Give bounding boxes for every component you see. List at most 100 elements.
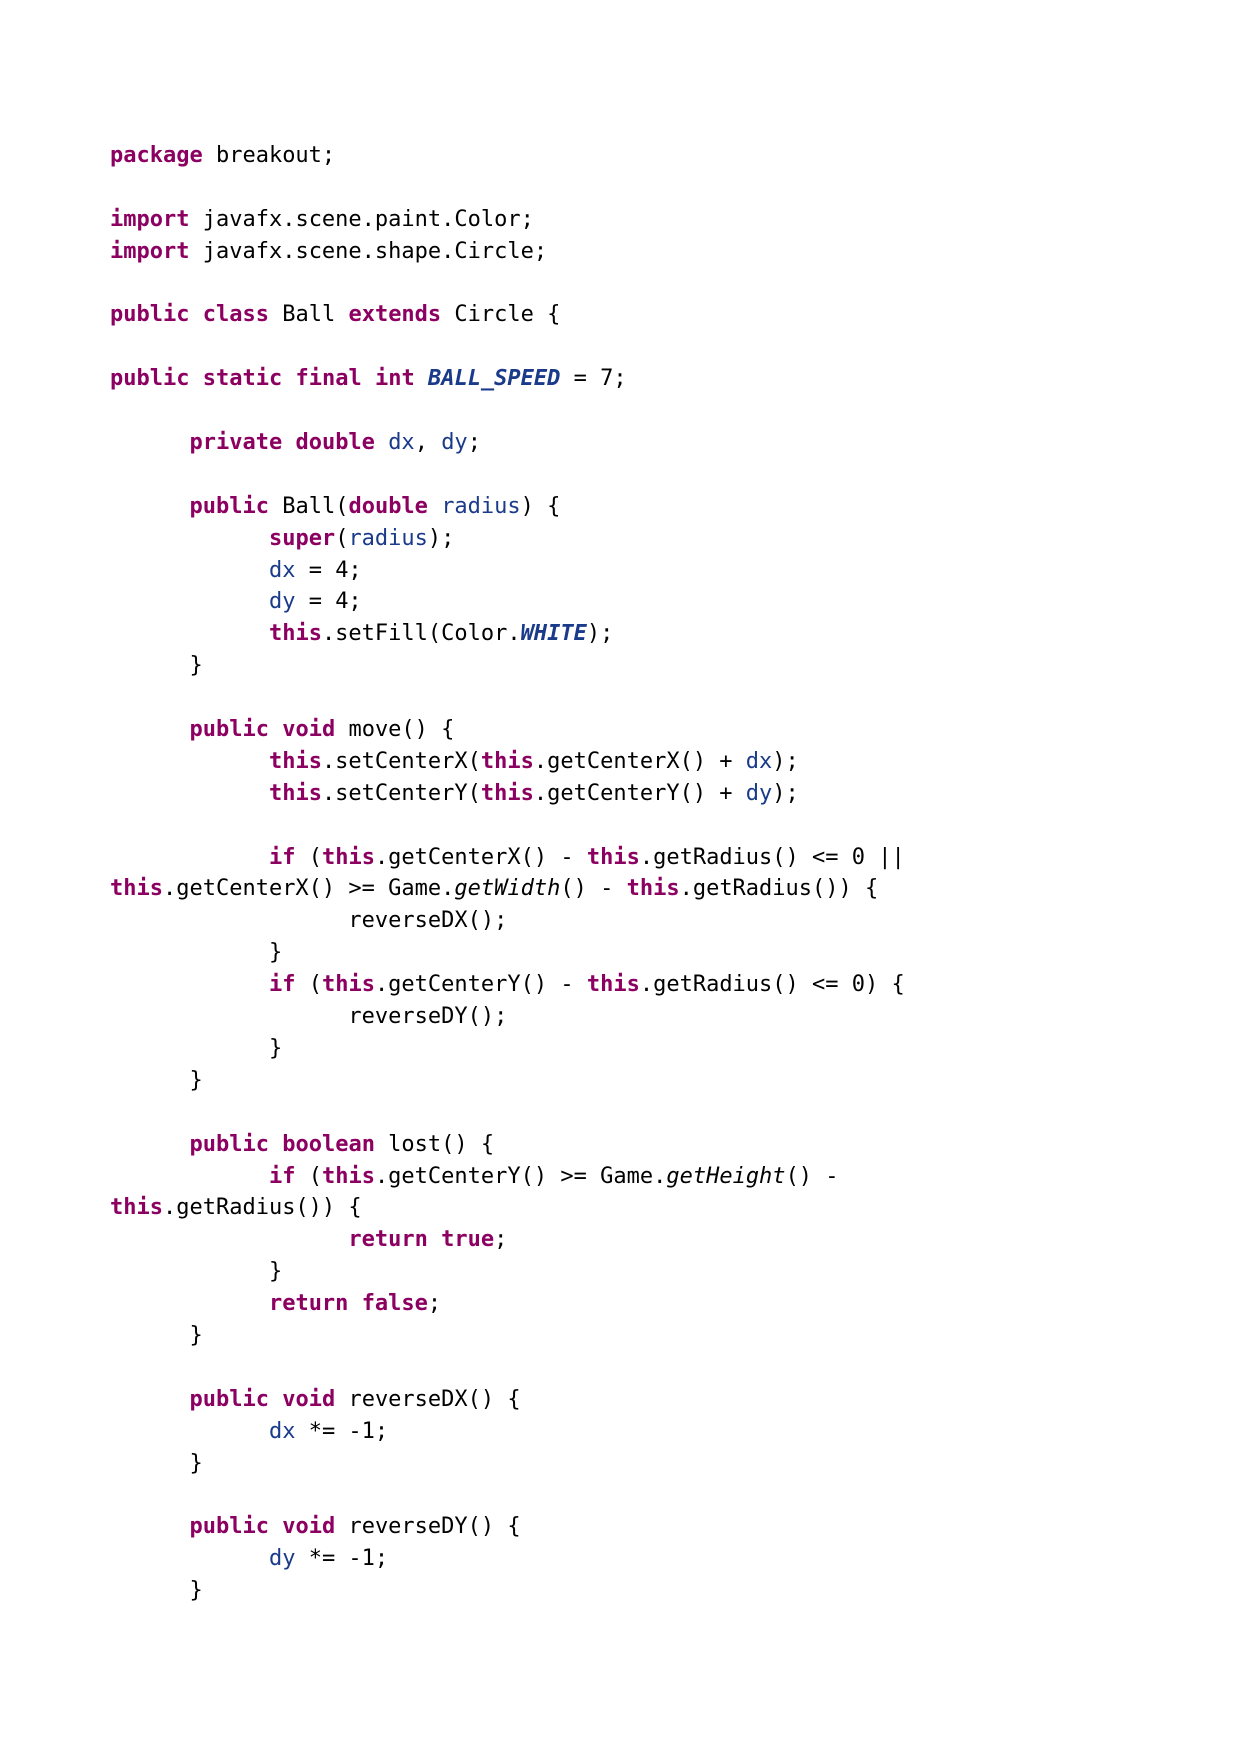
keyword-this: this xyxy=(269,749,322,774)
static-getheight: getHeight xyxy=(666,1164,785,1189)
code-text: ; xyxy=(428,1291,441,1316)
keyword-this: this xyxy=(269,781,322,806)
code-text: reverseDX(); xyxy=(348,908,507,933)
keyword-extends: extends xyxy=(348,302,441,327)
code-text: () - xyxy=(786,1164,839,1189)
keyword-import: import xyxy=(110,207,189,232)
code-text: } xyxy=(189,653,202,678)
keyword-double: double xyxy=(348,494,427,519)
code-text: ( xyxy=(295,1164,322,1189)
keyword-import: import xyxy=(110,239,189,264)
keyword-double: double xyxy=(295,430,374,455)
keyword-this: this xyxy=(587,845,640,870)
keyword-public: public xyxy=(189,1132,268,1157)
code-text: ); xyxy=(772,781,799,806)
code-text: } xyxy=(269,940,282,965)
keyword-public: public xyxy=(189,1387,268,1412)
code-text: Ball xyxy=(269,302,348,327)
keyword-this: this xyxy=(322,972,375,997)
code-text: *= -1; xyxy=(295,1419,388,1444)
code-text: lost() { xyxy=(375,1132,494,1157)
code-text: = 4; xyxy=(295,589,361,614)
keyword-package: package xyxy=(110,143,203,168)
code-text: reverseDY(); xyxy=(348,1004,507,1029)
code-text: breakout; xyxy=(203,143,335,168)
field-dy: dy xyxy=(746,781,773,806)
code-text: } xyxy=(189,1323,202,1348)
code-text: ); xyxy=(587,621,614,646)
keyword-this: this xyxy=(322,1164,375,1189)
keyword-this: this xyxy=(110,876,163,901)
code-text: .getRadius()) { xyxy=(163,1195,362,1220)
static-getwidth: getWidth xyxy=(454,876,560,901)
keyword-private: private xyxy=(189,430,282,455)
code-text: = 4; xyxy=(295,558,361,583)
code-text: Circle { xyxy=(441,302,560,327)
keyword-this: this xyxy=(481,781,534,806)
code-text: } xyxy=(269,1259,282,1284)
keyword-super: super xyxy=(269,526,335,551)
keyword-return: return xyxy=(269,1291,348,1316)
field-dx: dx xyxy=(388,430,415,455)
code-text: } xyxy=(269,1036,282,1061)
keyword-int: int xyxy=(375,366,415,391)
code-text: ; xyxy=(494,1227,507,1252)
field-dy: dy xyxy=(269,1546,296,1571)
code-text: , xyxy=(415,430,442,455)
code-text: ); xyxy=(772,749,799,774)
keyword-this: this xyxy=(627,876,680,901)
code-text: .setCenterY( xyxy=(322,781,481,806)
code-text: .getCenterX() + xyxy=(534,749,746,774)
field-dx: dx xyxy=(269,558,296,583)
keyword-void: void xyxy=(282,1387,335,1412)
constant-white: WHITE xyxy=(521,621,587,646)
param-radius: radius xyxy=(441,494,520,519)
code-text: ( xyxy=(295,972,322,997)
code-block: package breakout; import javafx.scene.pa… xyxy=(0,0,1240,1607)
constant-ballspeed: BALL_SPEED xyxy=(428,366,560,391)
code-text: } xyxy=(189,1451,202,1476)
keyword-false: false xyxy=(362,1291,428,1316)
code-text: .getCenterX() >= Game. xyxy=(163,876,454,901)
keyword-this: this xyxy=(269,621,322,646)
keyword-if: if xyxy=(269,972,296,997)
keyword-void: void xyxy=(282,717,335,742)
keyword-public: public xyxy=(110,366,189,391)
keyword-return: return xyxy=(348,1227,427,1252)
keyword-static: static xyxy=(203,366,282,391)
field-dx: dx xyxy=(269,1419,296,1444)
param-radius: radius xyxy=(348,526,427,551)
code-text: .getCenterX() - xyxy=(375,845,587,870)
field-dy: dy xyxy=(441,430,468,455)
code-text: .getRadius() <= 0) { xyxy=(640,972,905,997)
code-text: } xyxy=(189,1068,202,1093)
code-text: .getRadius()) { xyxy=(680,876,879,901)
code-text: .getCenterY() + xyxy=(534,781,746,806)
keyword-boolean: boolean xyxy=(282,1132,375,1157)
keyword-public: public xyxy=(189,494,268,519)
keyword-if: if xyxy=(269,1164,296,1189)
code-text: reverseDY() { xyxy=(335,1514,520,1539)
code-text: Ball( xyxy=(269,494,348,519)
code-text: ( xyxy=(295,845,322,870)
code-text: () - xyxy=(560,876,626,901)
keyword-this: this xyxy=(110,1195,163,1220)
code-text: .setCenterX( xyxy=(322,749,481,774)
keyword-if: if xyxy=(269,845,296,870)
code-text: .getCenterY() - xyxy=(375,972,587,997)
keyword-this: this xyxy=(587,972,640,997)
code-text: .getCenterY() >= Game. xyxy=(375,1164,666,1189)
code-text: move() { xyxy=(335,717,454,742)
code-text: .getRadius() <= 0 || xyxy=(640,845,905,870)
keyword-final: final xyxy=(295,366,361,391)
keyword-true: true xyxy=(441,1227,494,1252)
code-text: ); xyxy=(428,526,455,551)
keyword-public: public xyxy=(110,302,189,327)
keyword-class: class xyxy=(203,302,269,327)
keyword-this: this xyxy=(322,845,375,870)
code-text: = 7; xyxy=(560,366,626,391)
code-text: javafx.scene.shape.Circle; xyxy=(189,239,547,264)
keyword-public: public xyxy=(189,717,268,742)
code-text: ( xyxy=(335,526,348,551)
field-dx: dx xyxy=(746,749,773,774)
